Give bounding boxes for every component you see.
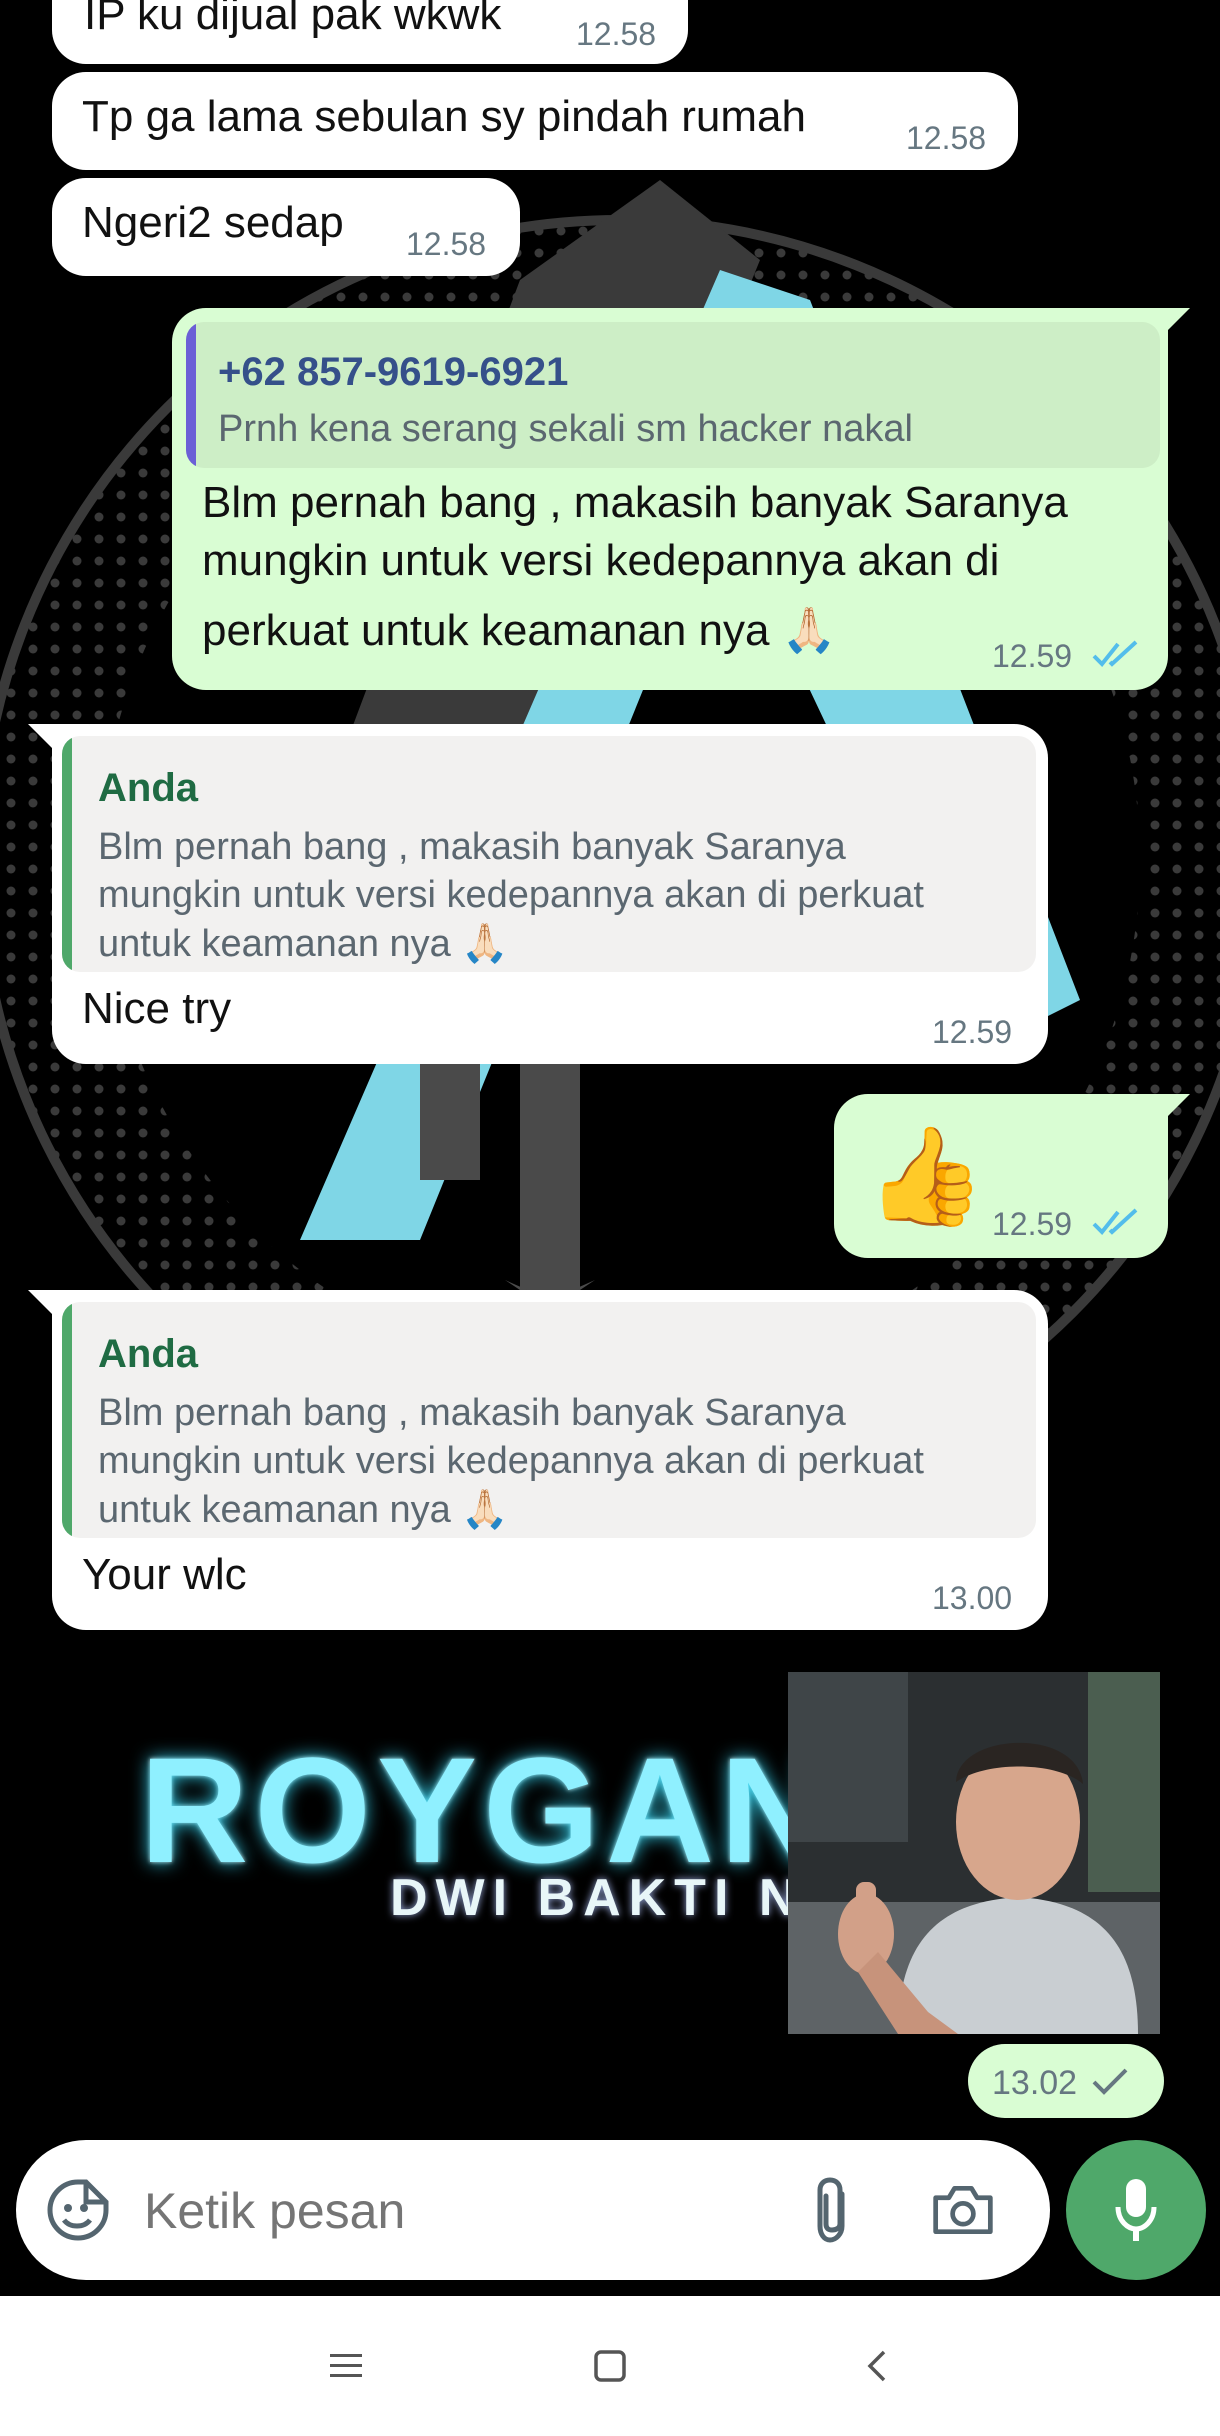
- quote-accent-bar: [62, 736, 72, 972]
- double-check-read-icon: [1092, 1208, 1138, 1235]
- quote-author: +62 857-9619-6921: [218, 350, 569, 394]
- message-bubble-incoming[interactable]: Anda Blm pernah bang , makasih banyak Sa…: [52, 724, 1048, 1064]
- system-navigation-bar: [0, 2296, 1220, 2436]
- message-text: IP ku dijual pak wkwk: [84, 0, 502, 39]
- quoted-message[interactable]: Anda Blm pernah bang , makasih banyak Sa…: [62, 736, 1036, 972]
- sticker-message[interactable]: ROYGAN DWI BAKTI N: [90, 1672, 1162, 2038]
- single-check-icon: [1092, 2068, 1128, 2095]
- quoted-message[interactable]: Anda Blm pernah bang , makasih banyak Sa…: [62, 1302, 1036, 1538]
- quote-author: Anda: [98, 1332, 198, 1376]
- message-text: Ngeri2 sedap: [82, 198, 344, 247]
- message-text-line: Blm pernah bang , makasih banyak Saranya: [202, 478, 1068, 527]
- message-time: 12.59: [992, 1206, 1073, 1242]
- quote-text-line: mungkin untuk versi kedepannya akan di p…: [98, 874, 924, 916]
- message-bubble-outgoing[interactable]: +62 857-9619-6921 Prnh kena serang sekal…: [172, 308, 1168, 690]
- camera-icon[interactable]: [930, 2182, 996, 2238]
- quote-author: Anda: [98, 766, 198, 810]
- voice-message-button[interactable]: [1066, 2140, 1206, 2280]
- message-text: Tp ga lama sebulan sy pindah rumah: [82, 92, 806, 141]
- menu-lines-icon[interactable]: [326, 2348, 366, 2384]
- message-text: Nice try: [82, 984, 232, 1033]
- quote-accent-bar: [186, 322, 196, 468]
- quote-text-line: untuk keamanan nya 🙏🏻: [98, 923, 509, 965]
- quote-text-line: mungkin untuk versi kedepannya akan di p…: [98, 1440, 924, 1482]
- message-text-line: mungkin untuk versi kedepannya akan di: [202, 536, 1000, 585]
- chevron-left-icon[interactable]: [858, 2346, 898, 2386]
- message-bubble-incoming[interactable]: Tp ga lama sebulan sy pindah rumah 12.58: [52, 72, 1018, 170]
- message-time: 12.58: [906, 120, 987, 156]
- paperclip-icon[interactable]: [812, 2176, 856, 2246]
- sticker-subtitle: DWI BAKTI N: [390, 1869, 805, 1927]
- sticker-photo: [788, 1672, 1160, 2034]
- quote-text-line: Blm pernah bang , makasih banyak Saranya: [98, 826, 846, 868]
- sticker-smiley-icon[interactable]: [46, 2178, 110, 2242]
- message-composer[interactable]: [16, 2140, 1050, 2280]
- message-bubble-incoming[interactable]: Anda Blm pernah bang , makasih banyak Sa…: [52, 1290, 1048, 1630]
- message-text: Your wlc: [82, 1550, 247, 1599]
- message-time-chip: 13.02: [968, 2044, 1164, 2118]
- message-time: 13.00: [932, 1580, 1013, 1616]
- message-time: 12.59: [932, 1014, 1013, 1050]
- message-text-line: perkuat untuk keamanan nya 🙏🏻: [202, 606, 837, 655]
- message-bubble-incoming[interactable]: Ngeri2 sedap 12.58: [52, 178, 520, 276]
- quote-text-line: untuk keamanan nya 🙏🏻: [98, 1489, 509, 1531]
- double-check-read-icon: [1092, 640, 1138, 667]
- square-home-icon[interactable]: [590, 2346, 630, 2386]
- message-time: 12.58: [576, 16, 657, 52]
- quote-text-line: Blm pernah bang , makasih banyak Saranya: [98, 1392, 846, 1434]
- microphone-icon: [1115, 2179, 1157, 2241]
- message-input[interactable]: [142, 2170, 796, 2252]
- quoted-message[interactable]: +62 857-9619-6921 Prnh kena serang sekal…: [186, 322, 1160, 468]
- message-time: 13.02: [992, 2064, 1078, 2102]
- emoji-message: 👍: [866, 1123, 986, 1230]
- message-bubble-incoming[interactable]: IP ku dijual pak wkwk 12.58: [52, 0, 688, 64]
- message-bubble-outgoing[interactable]: 👍 12.59: [834, 1094, 1168, 1258]
- chat-area[interactable]: IP ku dijual pak wkwk 12.58 Tp ga lama s…: [0, 0, 1220, 2140]
- message-time: 12.58: [406, 226, 487, 262]
- message-time: 12.59: [992, 638, 1073, 674]
- quote-text: Prnh kena serang sekali sm hacker nakal: [218, 408, 913, 450]
- quote-accent-bar: [62, 1302, 72, 1538]
